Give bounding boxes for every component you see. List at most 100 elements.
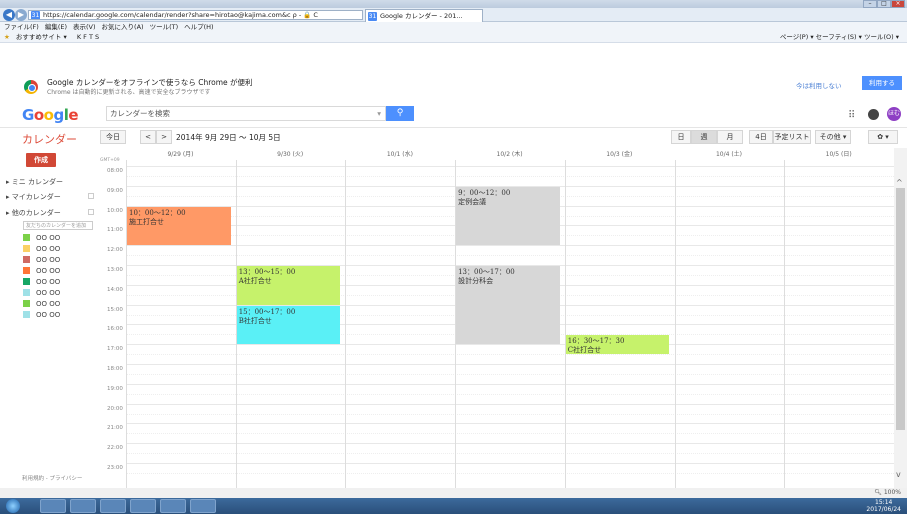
- scroll-thumb[interactable]: [896, 188, 905, 430]
- hour-label: 12:00: [107, 247, 123, 254]
- excel-taskbar-icon[interactable]: [160, 499, 186, 513]
- calendar-list-item[interactable]: OO OO: [23, 234, 60, 243]
- timezone-label: GMT+09: [100, 158, 120, 163]
- start-button-icon[interactable]: [6, 499, 20, 513]
- create-button[interactable]: 作成: [26, 153, 56, 167]
- day-header[interactable]: 10/4 (土): [675, 149, 784, 158]
- calendar-label: OO OO: [36, 256, 61, 264]
- calendar-event[interactable]: 15：00～17：00 B社打合せ: [236, 305, 341, 345]
- other-calendars-toggle[interactable]: ▸ 他のカレンダー: [6, 208, 61, 218]
- week-grid: GMT+09 9/29 (月) 9/30 (火) 10/1 (水) 10/2 (木) 1…: [100, 148, 894, 488]
- event-title: B社打合せ: [238, 316, 272, 325]
- search-dropdown-icon[interactable]: ▾: [377, 107, 381, 120]
- calendar-list-item[interactable]: OO OO: [23, 300, 60, 309]
- my-calendars-toggle[interactable]: ▸ マイカレンダー: [6, 192, 61, 202]
- calendar-color-swatch: [23, 278, 30, 285]
- event-title: 施工打合せ: [129, 217, 164, 226]
- hour-gridline: [126, 364, 894, 365]
- terms-privacy-link[interactable]: 利用規約 - プライバシー: [22, 474, 82, 482]
- day-column-divider: [784, 160, 786, 488]
- hour-label: 08:00: [107, 168, 123, 174]
- day-header[interactable]: 10/3 (金): [565, 149, 674, 158]
- hour-gridline: [126, 383, 894, 385]
- event-title: C社打合せ: [567, 346, 602, 355]
- calendar-list-item[interactable]: OO OO: [23, 311, 60, 320]
- calendar-event[interactable]: 13：00～15：00 A社打合せ: [236, 266, 341, 305]
- calendar-label: OO OO: [36, 278, 61, 286]
- hour-gridline: [126, 245, 894, 247]
- mini-calendar-toggle[interactable]: ▸ ミニ カレンダー: [6, 177, 63, 187]
- taskbar-clock[interactable]: 15:14 2017/06/24: [866, 499, 901, 513]
- next-week-button[interactable]: >: [156, 130, 172, 144]
- hour-label: 18:00: [107, 366, 123, 372]
- add-calendar-input[interactable]: 友だちのカレンダーを追加: [23, 221, 93, 230]
- apps-grid-icon[interactable]: ⠿: [848, 110, 855, 121]
- sidebar: 作成 ▸ ミニ カレンダー ▸ マイカレンダー ▸ 他のカレンダー 友だちのカレ…: [0, 148, 100, 488]
- my-calendars-menu-icon[interactable]: [88, 193, 94, 199]
- view-week-button[interactable]: 週: [691, 130, 717, 144]
- calendar-event[interactable]: 13：00～17：00 設計分科会: [456, 266, 560, 345]
- promo-dismiss-link[interactable]: 今は利用しない: [796, 80, 842, 90]
- calendar-list-item[interactable]: OO OO: [23, 245, 60, 254]
- calendar-event[interactable]: 16：30～17：30 C社打合せ: [565, 335, 670, 355]
- grid-scrollbar[interactable]: ^ v: [894, 148, 907, 488]
- view-day-button[interactable]: 日: [671, 130, 691, 144]
- day-header[interactable]: 10/1 (水): [345, 149, 454, 158]
- hour-label: 22:00: [107, 445, 123, 452]
- search-button[interactable]: ⚲: [386, 106, 414, 121]
- paint-taskbar-icon[interactable]: [190, 499, 216, 513]
- hour-label: 09:00: [107, 187, 123, 194]
- hour-label: 20:00: [107, 405, 123, 412]
- view-month-button[interactable]: 月: [717, 130, 743, 144]
- calendar-color-swatch: [23, 267, 30, 274]
- today-button[interactable]: 今日: [100, 130, 126, 144]
- hour-gridline: [126, 423, 894, 425]
- app-title[interactable]: カレンダー: [22, 131, 77, 147]
- half-hour-gridline: [126, 373, 894, 375]
- scroll-up-icon[interactable]: ^: [896, 178, 903, 187]
- event-time: 10：00～12：00: [129, 208, 186, 217]
- promo-use-button[interactable]: 利用する: [862, 76, 902, 90]
- day-header[interactable]: 10/2 (木): [455, 149, 564, 158]
- hour-label: 21:00: [107, 425, 123, 432]
- half-hour-gridline: [126, 354, 894, 356]
- calendar-label: OO OO: [36, 300, 61, 308]
- more-menu-button[interactable]: その他 ▾: [815, 130, 851, 144]
- calendar-event[interactable]: 10：00～12：00 施工打合せ: [127, 206, 231, 246]
- folder-taskbar-icon[interactable]: [130, 499, 156, 513]
- view-4day-button[interactable]: 4日: [749, 130, 773, 144]
- search-input[interactable]: カレンダーを検索 ▾: [106, 106, 386, 121]
- day-column-divider: [345, 160, 347, 488]
- day-header[interactable]: 10/5 (日): [784, 149, 893, 158]
- hour-label: 13:00: [107, 267, 123, 273]
- calendar-color-swatch: [23, 311, 30, 318]
- status-bar: 🔍︎ 100%: [0, 488, 907, 498]
- calendar-list-item[interactable]: OO OO: [23, 278, 60, 287]
- half-hour-gridline: [126, 433, 894, 435]
- view-agenda-button[interactable]: 予定リスト: [773, 130, 811, 144]
- day-header[interactable]: 9/29 (月): [126, 149, 235, 158]
- settings-gear-button[interactable]: ✿ ▾: [868, 130, 898, 144]
- prev-week-button[interactable]: <: [140, 130, 156, 144]
- outlook-taskbar-icon[interactable]: [70, 499, 96, 513]
- hour-label: 15:00: [107, 306, 123, 313]
- half-hour-gridline: [126, 453, 894, 455]
- promo-subtitle: Chrome は自動的に更新される、高速で安全なブラウザです: [47, 89, 211, 96]
- day-column-divider: [564, 160, 566, 488]
- other-calendars-menu-icon[interactable]: [88, 209, 94, 215]
- avatar[interactable]: ほむ: [887, 107, 901, 121]
- zoom-level[interactable]: 100%: [884, 489, 901, 496]
- calendar-event[interactable]: 9：00～12：00 定例会議: [456, 186, 560, 246]
- google-logo[interactable]: Google: [22, 106, 79, 124]
- scroll-down-icon[interactable]: v: [896, 470, 901, 479]
- calendar-toolbar: カレンダー 今日 < > 2014年 9月 29日 ～ 10月 5日 日 週 月…: [0, 129, 907, 147]
- day-header[interactable]: 9/30 (火): [236, 149, 345, 158]
- calendar-list-item[interactable]: OO OO: [23, 256, 60, 265]
- google-header: Google カレンダーを検索 ▾ ⚲ ⠿ ほむ: [0, 98, 907, 128]
- notifications-icon[interactable]: [868, 109, 879, 120]
- ie-taskbar-icon[interactable]: [40, 499, 66, 513]
- calendar-list-item[interactable]: OO OO: [23, 289, 60, 298]
- hour-label: 17:00: [107, 346, 123, 353]
- explorer-taskbar-icon[interactable]: [100, 499, 126, 513]
- calendar-list-item[interactable]: OO OO: [23, 267, 60, 276]
